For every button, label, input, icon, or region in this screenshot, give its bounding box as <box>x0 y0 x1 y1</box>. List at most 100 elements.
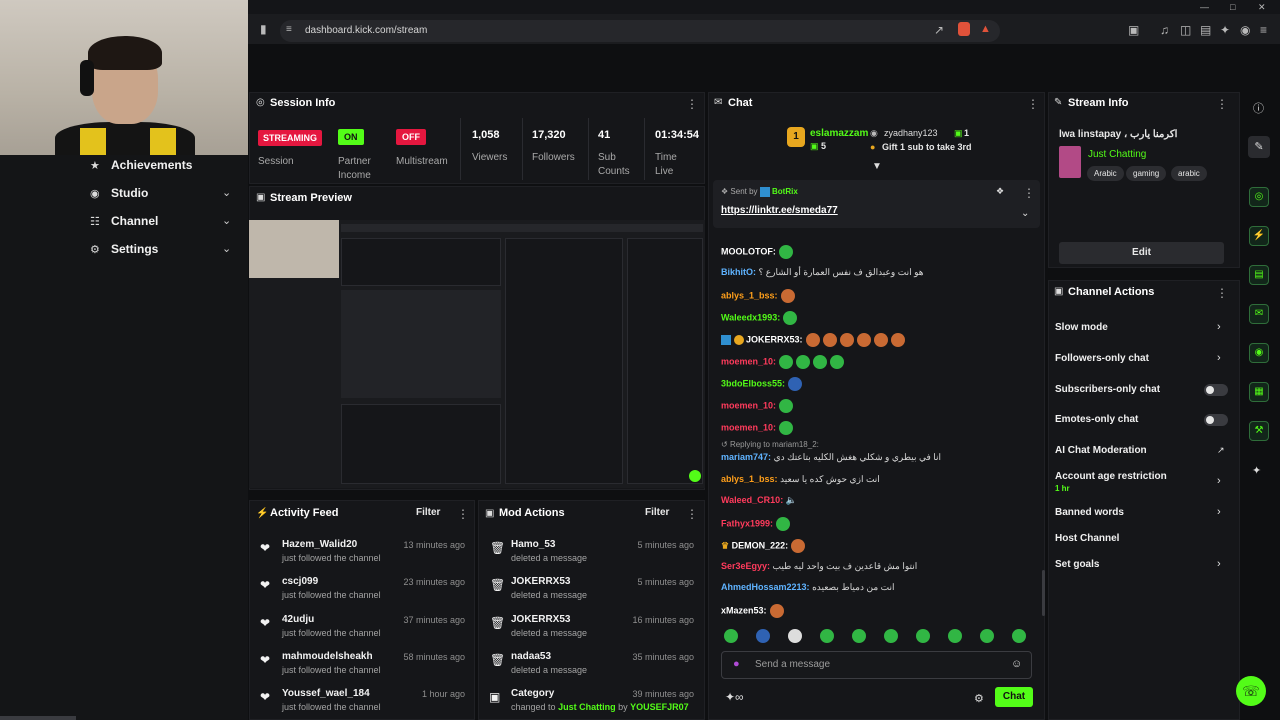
mod-menu-icon[interactable]: ⋮ <box>686 507 698 521</box>
session-info-menu-icon[interactable]: ⋮ <box>686 97 698 111</box>
chat-message[interactable]: Fathyx1999: <box>721 517 791 531</box>
chat-message[interactable]: moemen_10: <box>721 421 794 435</box>
list-item[interactable]: JOKERRX53 <box>511 576 570 587</box>
tag[interactable]: Arabic <box>1087 166 1124 181</box>
list-item[interactable]: Hazem_Walid20 <box>282 539 357 550</box>
chat-message[interactable]: AhmedHossam2213: انت من دمياط بصعيده <box>721 582 895 593</box>
sidebar-item-achievements[interactable]: Achievements <box>111 158 192 172</box>
tab-search-icon[interactable]: ▣ <box>1128 23 1139 37</box>
chat-message[interactable]: xMazen53: <box>721 604 784 618</box>
leo-icon[interactable]: ✦ <box>1220 23 1230 37</box>
vpn-icon[interactable]: ◉ <box>1240 23 1250 37</box>
tag[interactable]: gaming <box>1126 166 1167 181</box>
sidebar-item-channel[interactable]: Channel <box>111 214 158 228</box>
gifter2-name[interactable]: zyadhany123 <box>884 128 938 138</box>
minimize-icon[interactable]: — <box>1200 2 1209 12</box>
chevron-right-icon[interactable]: › <box>1217 321 1221 333</box>
close-icon[interactable]: ✕ <box>1258 2 1266 13</box>
list-item[interactable]: Youssef_wael_184 <box>282 688 370 699</box>
activity-menu-icon[interactable]: ⋮ <box>457 507 469 521</box>
chevron-down-icon[interactable]: ⌄ <box>222 242 231 255</box>
chat-message[interactable]: Waleedx1993: <box>721 311 798 325</box>
chat-message[interactable]: ♛ DEMON_222: <box>721 539 806 553</box>
mod-filter-button[interactable]: Filter <box>645 507 669 518</box>
chat-bubble-icon[interactable]: ✉ <box>1249 304 1269 324</box>
site-settings-icon[interactable]: ≡ <box>286 24 292 35</box>
list-item[interactable]: 42udju <box>282 614 314 625</box>
multistream-toggle[interactable]: OFF <box>396 129 426 145</box>
action-banned-words[interactable]: Banned words <box>1055 507 1124 518</box>
menu-icon[interactable]: ≡ <box>1260 23 1267 37</box>
action-host-channel[interactable]: Host Channel <box>1055 533 1119 544</box>
chevron-down-icon[interactable]: ⌄ <box>222 214 231 227</box>
emotes-only-toggle[interactable] <box>1204 414 1228 426</box>
bolt-action-icon[interactable]: ⚡ <box>1249 226 1269 246</box>
pinned-menu-icon[interactable]: ⋮ <box>1023 186 1035 200</box>
wallet-icon[interactable]: ▤ <box>1200 23 1211 37</box>
chat-message[interactable]: BikhitO: هو انت وعبدالق ف نفس العمارة أو… <box>721 267 923 278</box>
chat-message[interactable]: Ser3eEgyy: انتوا مش قاعدين ف بيت واحد لي… <box>721 561 917 572</box>
support-icon[interactable]: ☏ <box>1236 676 1266 706</box>
target-icon[interactable]: ◎ <box>1249 187 1269 207</box>
bookmark-icon[interactable]: ▮ <box>260 22 267 36</box>
edit-stream-info-button[interactable]: Edit <box>1059 242 1224 264</box>
list-item[interactable]: Category <box>511 688 554 699</box>
chevron-down-icon[interactable]: ⌄ <box>222 186 231 199</box>
chat-message[interactable]: mariam747: انا في بيطري و شكلي هغش الكلي… <box>721 452 941 463</box>
stream-info-menu-icon[interactable]: ⋮ <box>1216 97 1228 111</box>
tag[interactable]: arabic <box>1171 166 1207 181</box>
chat-menu-icon[interactable]: ⋮ <box>1027 97 1039 111</box>
action-ai-chat-moderation[interactable]: AI Chat Moderation <box>1055 445 1147 456</box>
document-icon[interactable]: ▤ <box>1249 265 1269 285</box>
sidebar-item-settings[interactable]: Settings <box>111 242 158 256</box>
subscribers-only-toggle[interactable] <box>1204 384 1228 396</box>
list-item[interactable]: mahmoudelsheakh <box>282 651 373 662</box>
expand-leaderboard-icon[interactable]: ▼ <box>872 161 882 172</box>
partner-income-toggle[interactable]: ON <box>338 129 364 145</box>
maximize-icon[interactable]: □ <box>1230 2 1235 12</box>
broadcast-icon[interactable]: ◉ <box>1249 343 1269 363</box>
mic-icon[interactable]: ● <box>733 658 740 670</box>
pin-icon[interactable]: ❖ <box>996 186 1004 197</box>
sidebar-icon[interactable]: ◫ <box>1180 23 1191 37</box>
calendar-icon[interactable]: ▦ <box>1249 382 1269 402</box>
points-icon[interactable]: ✦∞ <box>725 690 744 704</box>
pinned-link[interactable]: https://linktr.ee/smeda77 <box>721 205 838 216</box>
stream-preview-video[interactable] <box>249 220 705 488</box>
chat-message[interactable]: ablys_1_bss: انت ازي حوش كده يا سعيد <box>721 474 880 485</box>
chevron-right-icon[interactable]: › <box>1217 352 1221 364</box>
rewards-icon[interactable]: ▲ <box>980 23 991 35</box>
edit-layout-icon[interactable]: ✎ <box>1248 136 1270 158</box>
emoji-icon[interactable]: ☺ <box>1011 658 1022 670</box>
url-text[interactable]: dashboard.kick.com/stream <box>305 25 427 36</box>
action-slow-mode[interactable]: Slow mode <box>1055 322 1108 333</box>
action-followers-only-chat[interactable]: Followers-only chat <box>1055 353 1149 364</box>
chat-message[interactable]: JOKERRX53: <box>721 333 905 347</box>
top-gifter-name[interactable]: eslamazzam <box>810 128 868 139</box>
channel-actions-menu-icon[interactable]: ⋮ <box>1216 286 1228 300</box>
chat-scrollbar[interactable] <box>1042 570 1045 616</box>
chat-message[interactable]: moemen_10: <box>721 399 794 413</box>
list-item[interactable]: cscj099 <box>282 576 318 587</box>
chat-input-placeholder[interactable]: Send a message <box>755 659 830 670</box>
sidebar-scrollbar[interactable] <box>0 716 76 720</box>
chat-message[interactable]: moemen_10: <box>721 355 845 369</box>
brave-shield-icon[interactable] <box>958 22 970 36</box>
share-icon[interactable]: ↗ <box>934 23 944 37</box>
chat-message[interactable]: ablys_1_bss: <box>721 289 795 303</box>
list-item[interactable]: nadaa53 <box>511 651 551 662</box>
chevron-right-icon[interactable]: › <box>1217 475 1221 487</box>
chevron-right-icon[interactable]: › <box>1217 506 1221 518</box>
more-apps-icon[interactable]: ✦ <box>1252 464 1261 477</box>
action-account-age-restriction[interactable]: Account age restriction <box>1055 471 1167 482</box>
chevron-right-icon[interactable]: › <box>1217 558 1221 570</box>
list-item[interactable]: Hamo_53 <box>511 539 555 550</box>
external-link-icon[interactable]: ↗ <box>1217 445 1225 456</box>
action-subscribers-only-chat[interactable]: Subscribers-only chat <box>1055 384 1160 395</box>
chat-message[interactable]: 3bdoElboss55: <box>721 377 803 391</box>
chat-message[interactable]: MOOLOTOF: <box>721 245 793 259</box>
list-item[interactable]: JOKERRX53 <box>511 614 570 625</box>
send-chat-button[interactable]: Chat <box>995 687 1033 707</box>
action-emotes-only-chat[interactable]: Emotes-only chat <box>1055 414 1138 425</box>
info-icon[interactable]: ⓘ <box>1253 100 1264 116</box>
